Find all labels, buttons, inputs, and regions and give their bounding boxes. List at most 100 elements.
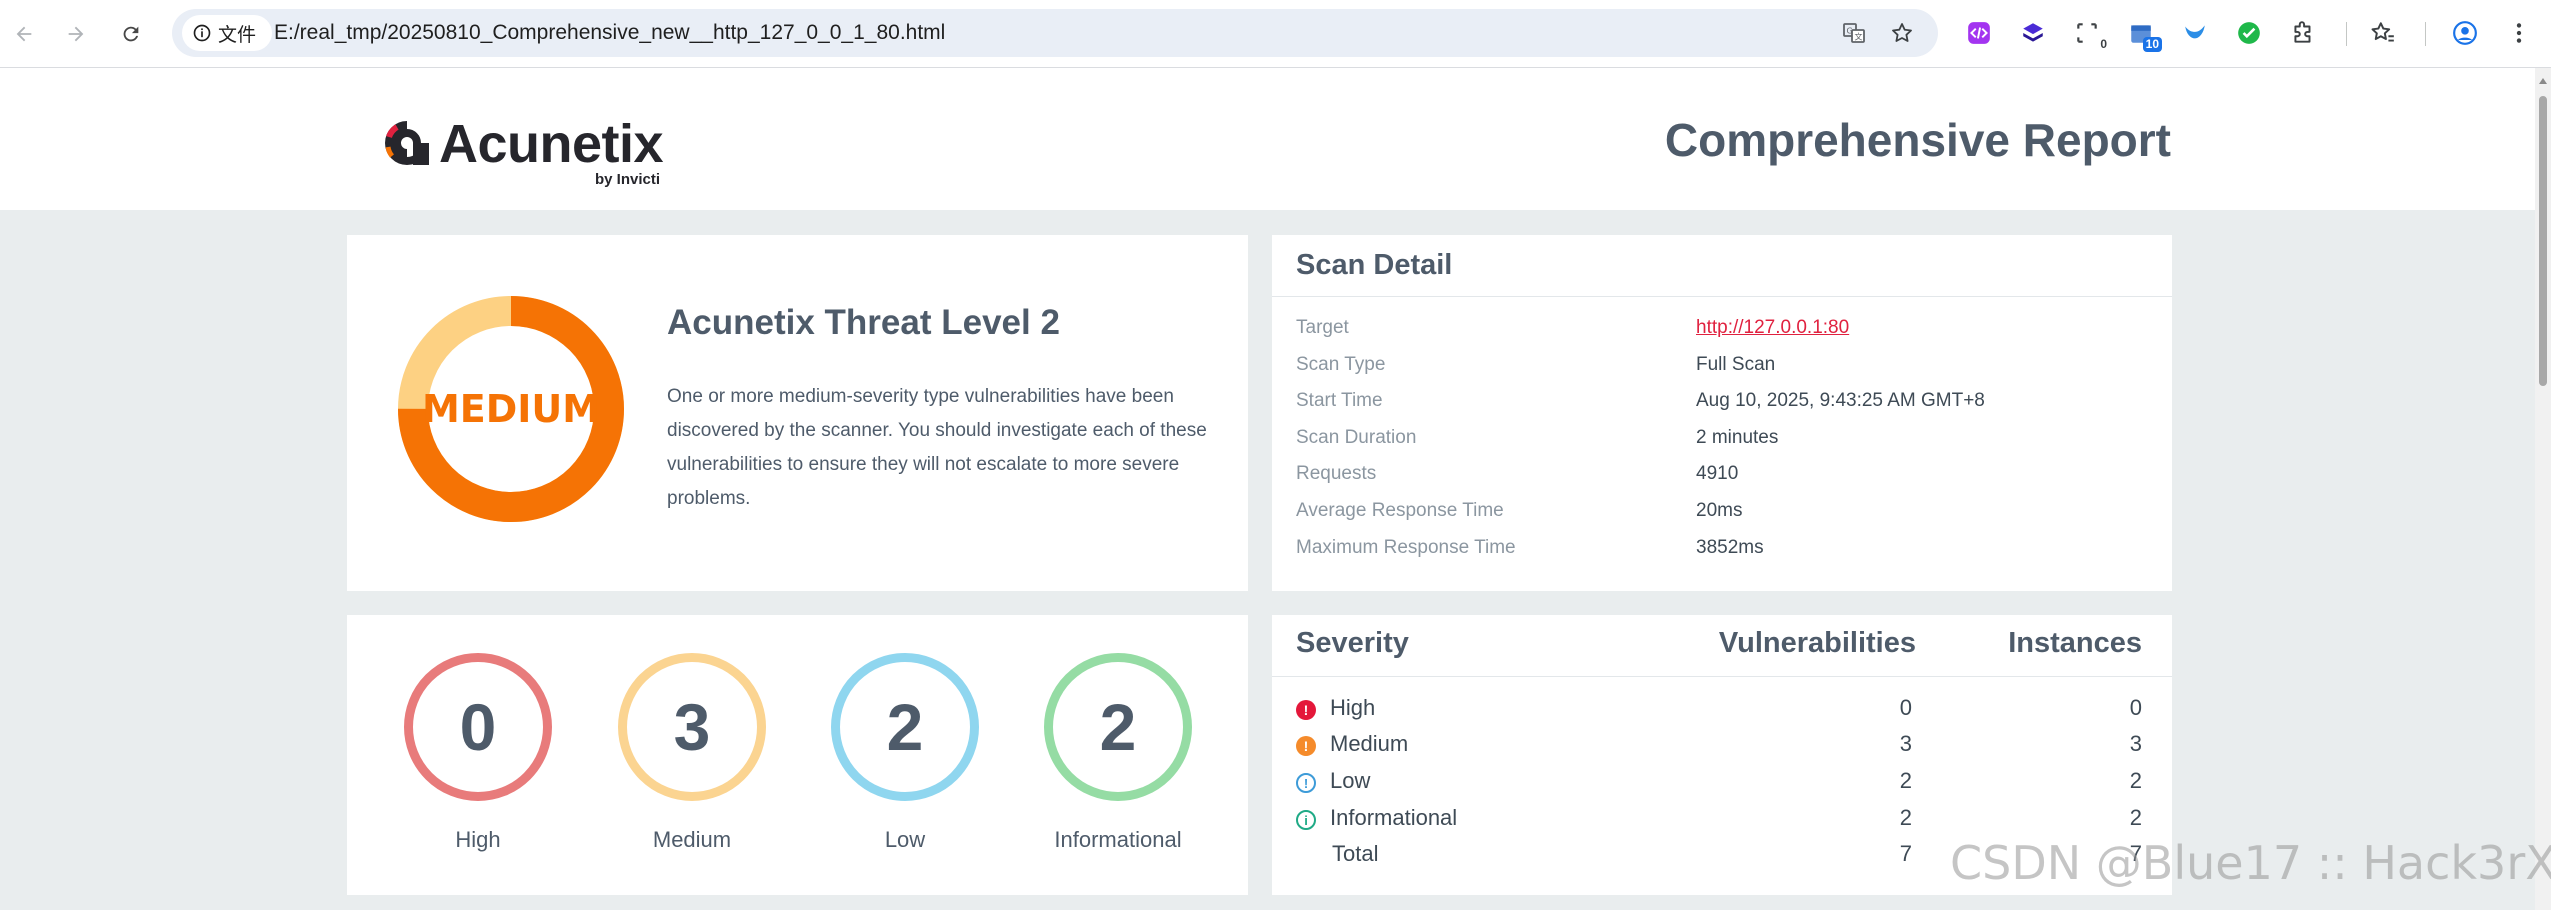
- count-label: High: [455, 827, 501, 852]
- extension-devtools[interactable]: [1964, 18, 1994, 48]
- count-ring: 3: [618, 653, 766, 801]
- severity-total-vulnerabilities: 7: [1899, 841, 1912, 866]
- profile-button[interactable]: [2450, 18, 2480, 48]
- count-label: Medium: [652, 827, 732, 852]
- detail-row-scan-type: Scan Type Full Scan: [1272, 354, 2172, 390]
- translate-button[interactable]: G文: [1840, 19, 1868, 47]
- toolbar-divider: [2346, 22, 2347, 46]
- extension-calendar[interactable]: 10: [2126, 18, 2162, 52]
- reload-icon: [123, 26, 139, 42]
- detail-value: Full Scan: [1696, 354, 1776, 375]
- scan-detail-card: Scan Detail Target http://127.0.0.1:80 S…: [1272, 235, 2172, 591]
- severity-name: High: [1330, 695, 1376, 720]
- count-informational: 2 Informational: [1043, 653, 1193, 853]
- severity-row-high: ! High 0 0: [1272, 693, 2172, 729]
- severity-table-header: Severity Vulnerabilities Instances: [1272, 615, 2172, 677]
- bird-icon: [2185, 25, 2205, 39]
- count-low: 2 Low: [830, 653, 980, 853]
- severity-name: Low: [1330, 768, 1371, 793]
- detail-value: 3852ms: [1696, 537, 1764, 558]
- count-medium: 3 Medium: [617, 653, 767, 853]
- scan-detail-header: Scan Detail: [1272, 235, 2172, 297]
- bookmarks-button[interactable]: [2368, 18, 2398, 48]
- ext-badge-count: 0: [2100, 37, 2107, 51]
- detail-key: Scan Type: [1296, 354, 1386, 375]
- reload-button[interactable]: [113, 16, 149, 52]
- col-vulnerabilities: Vulnerabilities: [1718, 627, 1916, 659]
- svg-text:文: 文: [1855, 32, 1863, 42]
- severity-row-low: ! Low 2 2: [1272, 766, 2172, 802]
- severity-instances: 3: [2129, 731, 2142, 756]
- detail-row-start-time: Start Time Aug 10, 2025, 9:43:25 AM GMT+…: [1272, 390, 2172, 426]
- count-label: Low: [884, 827, 926, 852]
- acunetix-logo: Acunetix by Invicti: [385, 113, 675, 188]
- severity-instances: 2: [2129, 768, 2142, 793]
- severity-name: Medium: [1330, 731, 1409, 756]
- ext-badge-count: 10: [2142, 37, 2162, 52]
- scroll-thumb[interactable]: [2539, 96, 2547, 386]
- bookmark-star-button[interactable]: [1888, 19, 1916, 47]
- severity-name: Informational: [1330, 805, 1458, 830]
- detail-key: Requests: [1296, 463, 1377, 484]
- severity-vulnerabilities: 2: [1899, 768, 1912, 793]
- severity-row-medium: ! Medium 3 3: [1272, 729, 2172, 765]
- site-info-chip[interactable]: 文件: [182, 15, 273, 51]
- detail-row-scan-duration: Scan Duration 2 minutes: [1272, 427, 2172, 463]
- extension-selector[interactable]: 0: [2072, 18, 2107, 51]
- back-button[interactable]: [6, 16, 42, 52]
- toolbar-divider: [2425, 22, 2426, 46]
- detail-key: Maximum Response Time: [1296, 537, 1516, 558]
- check-circle-icon: [2238, 22, 2260, 44]
- browser-menu-button[interactable]: [2504, 18, 2534, 48]
- count-high: 0 High: [403, 653, 553, 853]
- threat-level-card: MEDIUM Acunetix Threat Level 2 One or mo…: [347, 235, 1248, 591]
- detail-key: Start Time: [1296, 390, 1383, 411]
- address-bar[interactable]: 文件 E:/real_tmp/20250810_Comprehensive_ne…: [172, 9, 1938, 57]
- scan-detail-title: Scan Detail: [1296, 249, 1453, 281]
- star-outline-icon: [1892, 23, 1912, 42]
- extensions-menu-button[interactable]: [2288, 18, 2318, 48]
- scroll-up-arrow-icon[interactable]: [2539, 78, 2547, 84]
- target-link[interactable]: http://127.0.0.1:80: [1696, 317, 1849, 339]
- watermark-text: CSDN @Blue17 :: Hack3rX: [1950, 836, 2551, 890]
- exclamation-icon: !: [1296, 736, 1316, 756]
- info-icon: i: [1296, 810, 1316, 830]
- col-instances: Instances: [2008, 627, 2142, 659]
- star-list-icon: [2371, 22, 2394, 42]
- detail-value: Aug 10, 2025, 9:43:25 AM GMT+8: [1696, 390, 1985, 411]
- detail-value: 4910: [1696, 463, 1739, 484]
- extension-layers[interactable]: [2018, 18, 2048, 48]
- severity-total-label: Total: [1332, 841, 1379, 866]
- detail-key: Target: [1296, 317, 1349, 338]
- detail-row-max-response: Maximum Response Time 3852ms: [1272, 537, 2172, 573]
- col-severity: Severity: [1296, 627, 1409, 659]
- detail-row-avg-response: Average Response Time 20ms: [1272, 500, 2172, 536]
- threat-level-description: One or more medium-severity type vulnera…: [667, 386, 1207, 509]
- count-ring: 2: [831, 653, 979, 801]
- page-scrollbar[interactable]: [2535, 68, 2551, 910]
- url-text[interactable]: E:/real_tmp/20250810_Comprehensive_new__…: [274, 9, 945, 57]
- extension-check[interactable]: [2234, 18, 2264, 48]
- threat-level-title: Acunetix Threat Level 2: [667, 303, 1060, 342]
- browser-toolbar: 文件 E:/real_tmp/20250810_Comprehensive_ne…: [0, 0, 2551, 68]
- count-ring: 2: [1044, 653, 1192, 801]
- arrow-right-icon: [68, 26, 84, 42]
- more-vertical-icon: [2516, 23, 2522, 43]
- detail-row-target: Target http://127.0.0.1:80: [1272, 317, 2172, 353]
- detail-row-requests: Requests 4910: [1272, 463, 2172, 499]
- detail-key: Average Response Time: [1296, 500, 1504, 521]
- translate-icon: G文: [1843, 23, 1865, 43]
- detail-key: Scan Duration: [1296, 427, 1417, 448]
- extension-bird[interactable]: [2180, 18, 2210, 48]
- acunetix-mark-icon: [385, 121, 429, 165]
- logo-wordmark: Acunetix: [439, 114, 664, 174]
- severity-row-informational: i Informational 2 2: [1272, 803, 2172, 839]
- info-icon: [193, 24, 211, 42]
- info-chip-label: 文件: [218, 24, 257, 46]
- exclamation-icon: !: [1296, 700, 1316, 720]
- severity-vulnerabilities: 3: [1899, 731, 1912, 756]
- forward-button[interactable]: [58, 16, 94, 52]
- severity-vulnerabilities: 0: [1899, 695, 1912, 720]
- vulnerability-counts-card: 0 High 3 Medium 2 Low 2 Informational: [347, 615, 1248, 895]
- report-header: Acunetix by Invicti Comprehensive Report: [0, 69, 2535, 210]
